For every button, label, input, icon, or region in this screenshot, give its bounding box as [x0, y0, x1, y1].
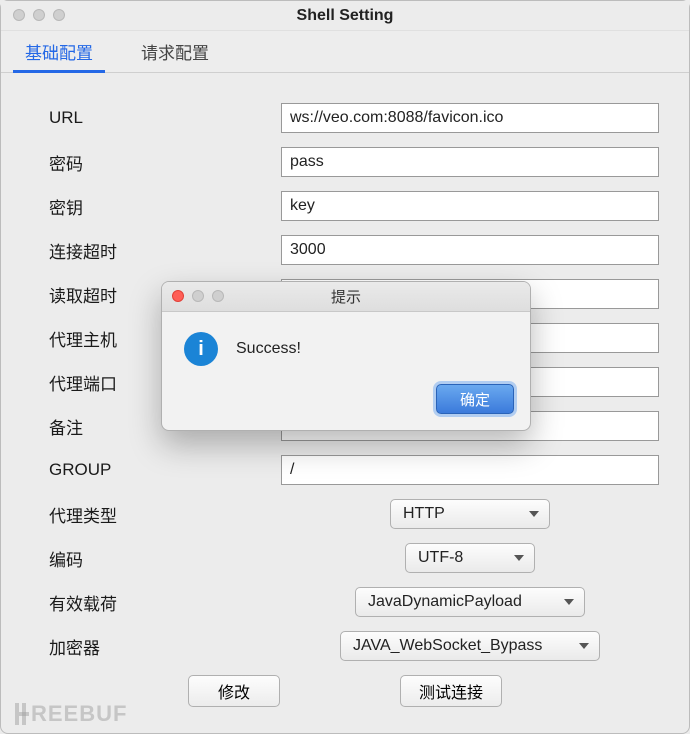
- key-input[interactable]: [281, 191, 659, 221]
- encryptor-label: 加密器: [31, 634, 281, 659]
- row-proxy-type: 代理类型 HTTP: [31, 499, 659, 529]
- zoom-icon[interactable]: [53, 9, 65, 21]
- row-encoding: 编码 UTF-8: [31, 543, 659, 573]
- proxy-type-label: 代理类型: [31, 502, 281, 527]
- modify-button[interactable]: 修改: [188, 675, 280, 707]
- chevron-down-icon: [514, 555, 524, 561]
- tab-basic[interactable]: 基础配置: [1, 31, 117, 72]
- url-label: URL: [31, 108, 281, 128]
- encryptor-value: JAVA_WebSocket_Bypass: [353, 637, 542, 655]
- alert-dialog: 提示 i Success! 确定: [161, 281, 531, 431]
- url-input[interactable]: [281, 103, 659, 133]
- chevron-down-icon: [529, 511, 539, 517]
- tab-request[interactable]: 请求配置: [117, 31, 233, 72]
- row-url: URL: [31, 103, 659, 133]
- minimize-icon[interactable]: [33, 9, 45, 21]
- zoom-icon[interactable]: [212, 290, 224, 302]
- encryptor-select[interactable]: JAVA_WebSocket_Bypass: [340, 631, 600, 661]
- dialog-body: i Success!: [162, 312, 530, 374]
- password-input[interactable]: [281, 147, 659, 177]
- test-connection-button[interactable]: 测试连接: [400, 675, 502, 707]
- encoding-select[interactable]: UTF-8: [405, 543, 535, 573]
- dialog-message: Success!: [236, 340, 301, 358]
- dialog-titlebar: 提示: [162, 282, 530, 312]
- payload-value: JavaDynamicPayload: [368, 593, 522, 611]
- ok-button[interactable]: 确定: [436, 384, 514, 414]
- tabs: 基础配置 请求配置: [1, 31, 689, 73]
- row-group: GROUP: [31, 455, 659, 485]
- encoding-label: 编码: [31, 546, 281, 571]
- encoding-value: UTF-8: [418, 549, 463, 567]
- watermark-text: REEBUF: [31, 701, 127, 727]
- proxy-type-value: HTTP: [403, 505, 445, 523]
- payload-label: 有效载荷: [31, 590, 281, 615]
- watermark: REEBUF: [15, 701, 127, 727]
- close-icon[interactable]: [172, 290, 184, 302]
- row-payload: 有效载荷 JavaDynamicPayload: [31, 587, 659, 617]
- window-controls: [13, 9, 65, 21]
- row-password: 密码: [31, 147, 659, 177]
- conn-timeout-input[interactable]: [281, 235, 659, 265]
- proxy-type-select[interactable]: HTTP: [390, 499, 550, 529]
- row-conn-timeout: 连接超时: [31, 235, 659, 265]
- row-encryptor: 加密器 JAVA_WebSocket_Bypass: [31, 631, 659, 661]
- shell-setting-window: Shell Setting 基础配置 请求配置 URL 密码 密钥 连接超时 读…: [0, 0, 690, 734]
- conn-timeout-label: 连接超时: [31, 238, 281, 263]
- main-titlebar: Shell Setting: [1, 1, 689, 31]
- window-title: Shell Setting: [1, 7, 689, 25]
- close-icon[interactable]: [13, 9, 25, 21]
- chevron-down-icon: [564, 599, 574, 605]
- minimize-icon[interactable]: [192, 290, 204, 302]
- info-icon: i: [184, 332, 218, 366]
- chevron-down-icon: [579, 643, 589, 649]
- row-key: 密钥: [31, 191, 659, 221]
- payload-select[interactable]: JavaDynamicPayload: [355, 587, 585, 617]
- password-label: 密码: [31, 150, 281, 175]
- group-label: GROUP: [31, 460, 281, 480]
- group-input[interactable]: [281, 455, 659, 485]
- dialog-window-controls: [172, 290, 224, 302]
- key-label: 密钥: [31, 194, 281, 219]
- dialog-footer: 确定: [162, 374, 530, 430]
